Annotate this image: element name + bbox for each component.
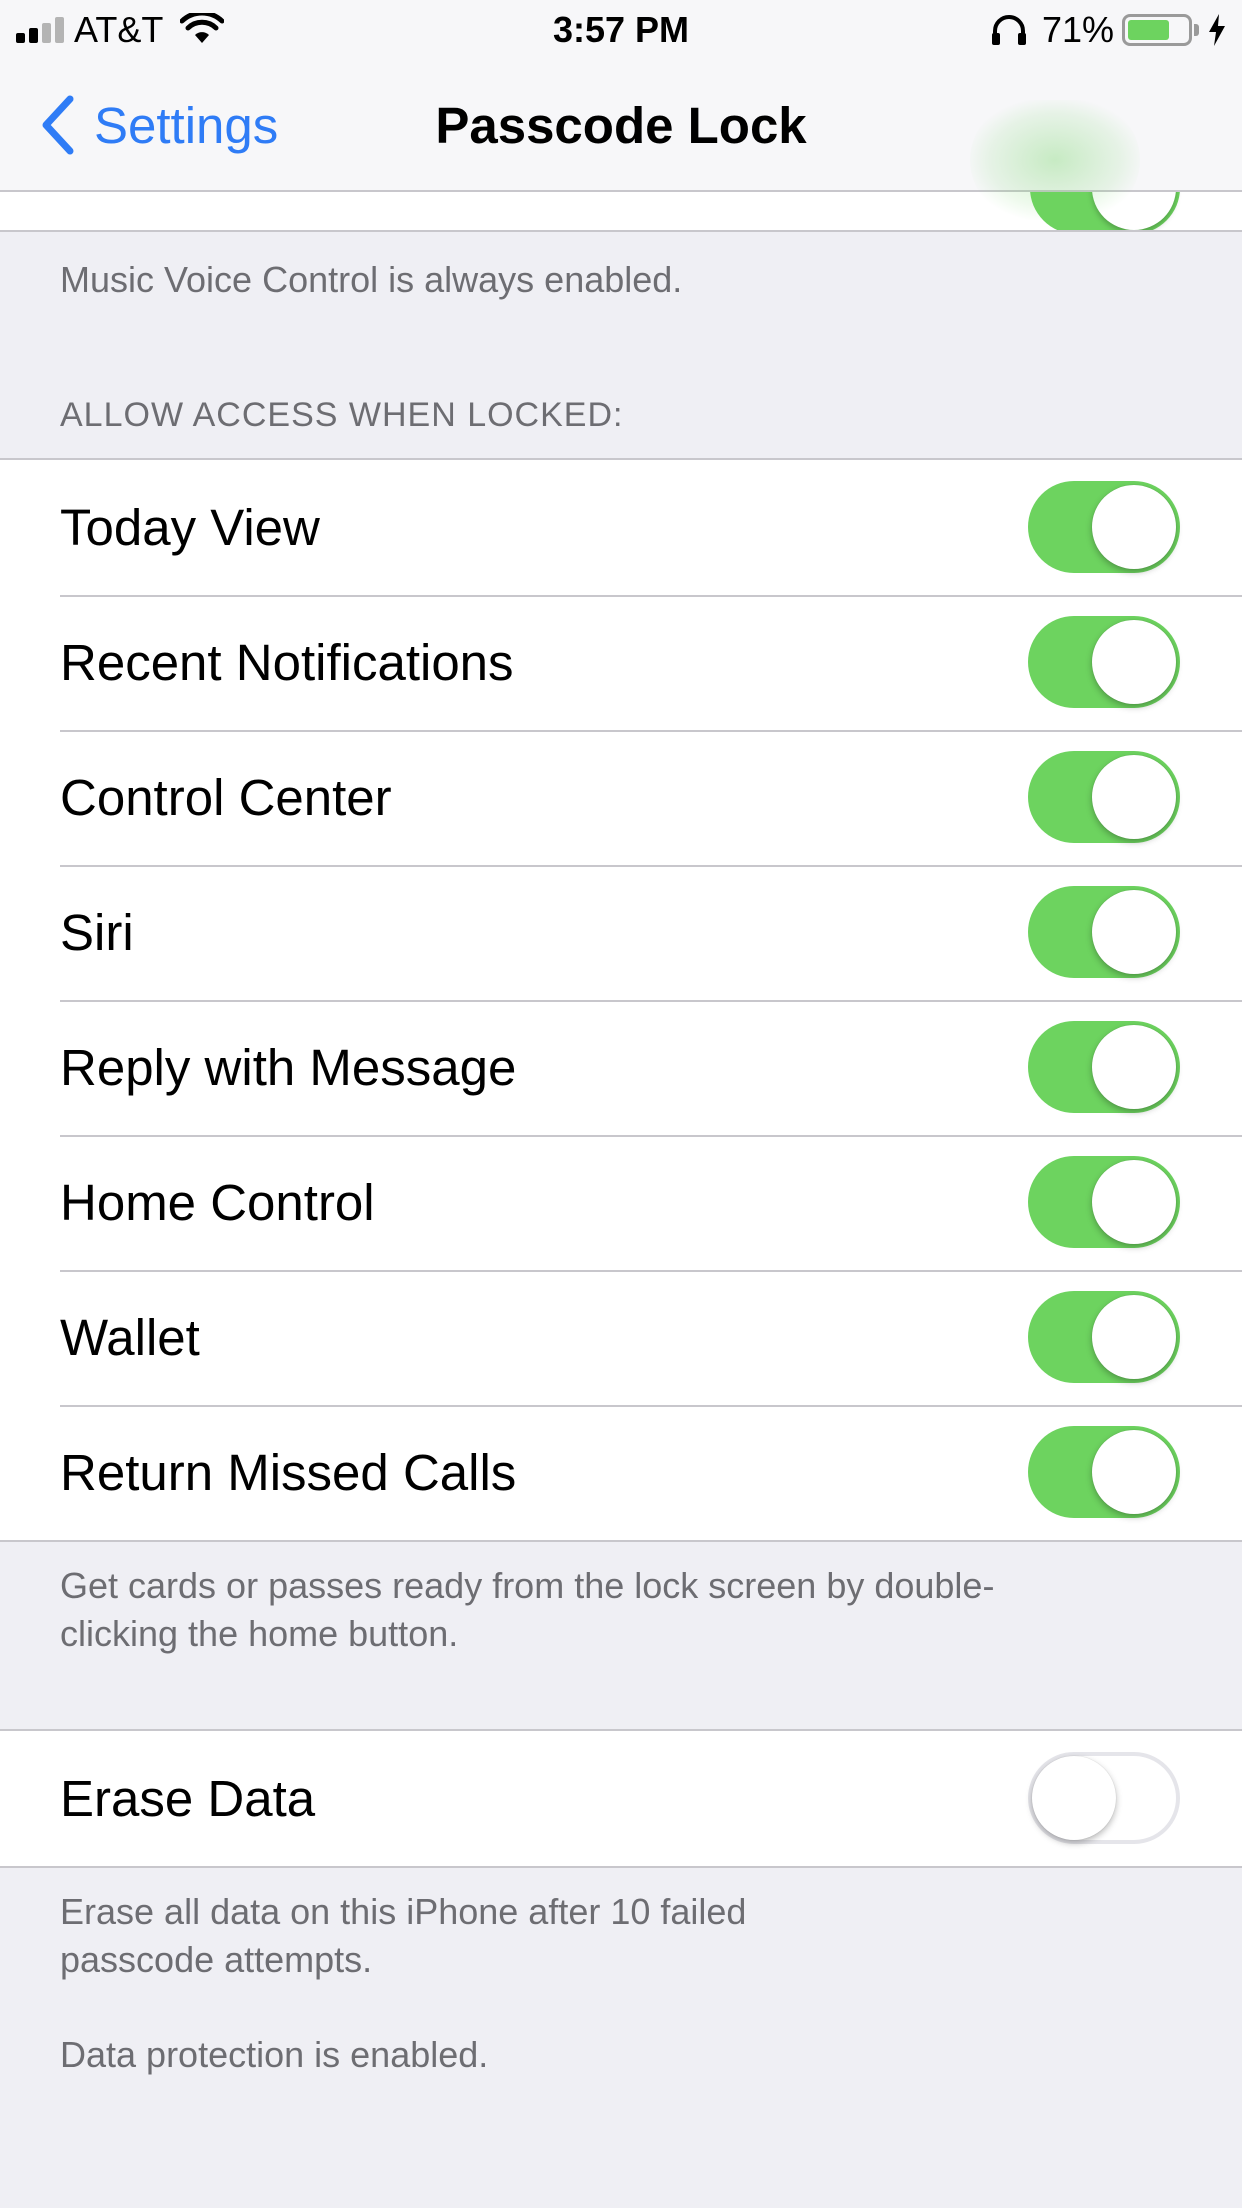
headphones-icon xyxy=(992,15,1026,45)
allow-access-group: Today View Recent Notifications Control … xyxy=(0,458,1242,1542)
control-center-toggle[interactable] xyxy=(1028,751,1180,843)
setting-label: Home Control xyxy=(60,1174,375,1231)
siri-toggle[interactable] xyxy=(1028,886,1180,978)
section-header-allow-access: ALLOW ACCESS WHEN LOCKED: xyxy=(60,396,624,434)
battery-level-fill xyxy=(1128,20,1169,40)
wallet-footer-line-1: Get cards or passes ready from the lock … xyxy=(60,1565,995,1606)
setting-label: Return Missed Calls xyxy=(60,1444,517,1501)
toggle-knob xyxy=(1092,890,1176,974)
toggle-knob xyxy=(1092,1160,1176,1244)
setting-row-reply-with-message[interactable]: Reply with Message xyxy=(0,1000,1242,1135)
wallet-toggle[interactable] xyxy=(1028,1291,1180,1383)
setting-label: Wallet xyxy=(60,1309,200,1366)
page-title: Passcode Lock xyxy=(435,97,807,154)
erase-data-toggle[interactable] xyxy=(1028,1752,1180,1844)
navigation-bar: Settings Passcode Lock xyxy=(0,60,1242,220)
setting-label: Reply with Message xyxy=(60,1039,517,1096)
setting-row-recent-notifications[interactable]: Recent Notifications xyxy=(0,595,1242,730)
setting-label: Siri xyxy=(60,904,134,961)
erase-data-footer-line-1: Erase all data on this iPhone after 10 f… xyxy=(60,1891,747,1932)
music-voice-control-note: Music Voice Control is always enabled. xyxy=(60,259,683,300)
wallet-footer-line-2: clicking the home button. xyxy=(60,1613,459,1654)
erase-data-group: Erase Data xyxy=(0,1729,1242,1868)
toggle-knob xyxy=(1092,485,1176,569)
recent-notifications-toggle[interactable] xyxy=(1028,616,1180,708)
toggle-knob xyxy=(1092,620,1176,704)
battery-tip xyxy=(1194,24,1199,36)
toggle-knob xyxy=(1092,1025,1176,1109)
battery-icon xyxy=(1122,14,1192,46)
setting-row-return-missed-calls[interactable]: Return Missed Calls xyxy=(0,1405,1242,1540)
today-view-toggle[interactable] xyxy=(1028,481,1180,573)
toggle-knob xyxy=(1092,1430,1176,1514)
setting-label: Erase Data xyxy=(60,1770,316,1827)
battery-percentage: 71% xyxy=(1042,9,1115,50)
data-protection-note: Data protection is enabled. xyxy=(60,2034,489,2075)
charging-bolt-icon xyxy=(1209,14,1225,46)
setting-label: Control Center xyxy=(60,769,392,826)
home-control-toggle[interactable] xyxy=(1028,1156,1180,1248)
setting-label: Recent Notifications xyxy=(60,634,514,691)
erase-data-footer-line-2: passcode attempts. xyxy=(60,1939,373,1980)
setting-row-erase-data[interactable]: Erase Data xyxy=(0,1731,1242,1866)
return-missed-calls-toggle[interactable] xyxy=(1028,1426,1180,1518)
reply-with-message-toggle[interactable] xyxy=(1028,1021,1180,1113)
setting-label: Today View xyxy=(60,499,320,556)
setting-row-today-view[interactable]: Today View xyxy=(0,460,1242,595)
toggle-knob xyxy=(1032,1756,1116,1840)
setting-row-siri[interactable]: Siri xyxy=(0,865,1242,1000)
toggle-knob xyxy=(1092,755,1176,839)
setting-row-control-center[interactable]: Control Center xyxy=(0,730,1242,865)
setting-row-home-control[interactable]: Home Control xyxy=(0,1135,1242,1270)
toggle-knob xyxy=(1092,1295,1176,1379)
status-bar: AT&T 3:57 PM 71% xyxy=(0,0,1242,60)
setting-row-wallet[interactable]: Wallet xyxy=(0,1270,1242,1405)
